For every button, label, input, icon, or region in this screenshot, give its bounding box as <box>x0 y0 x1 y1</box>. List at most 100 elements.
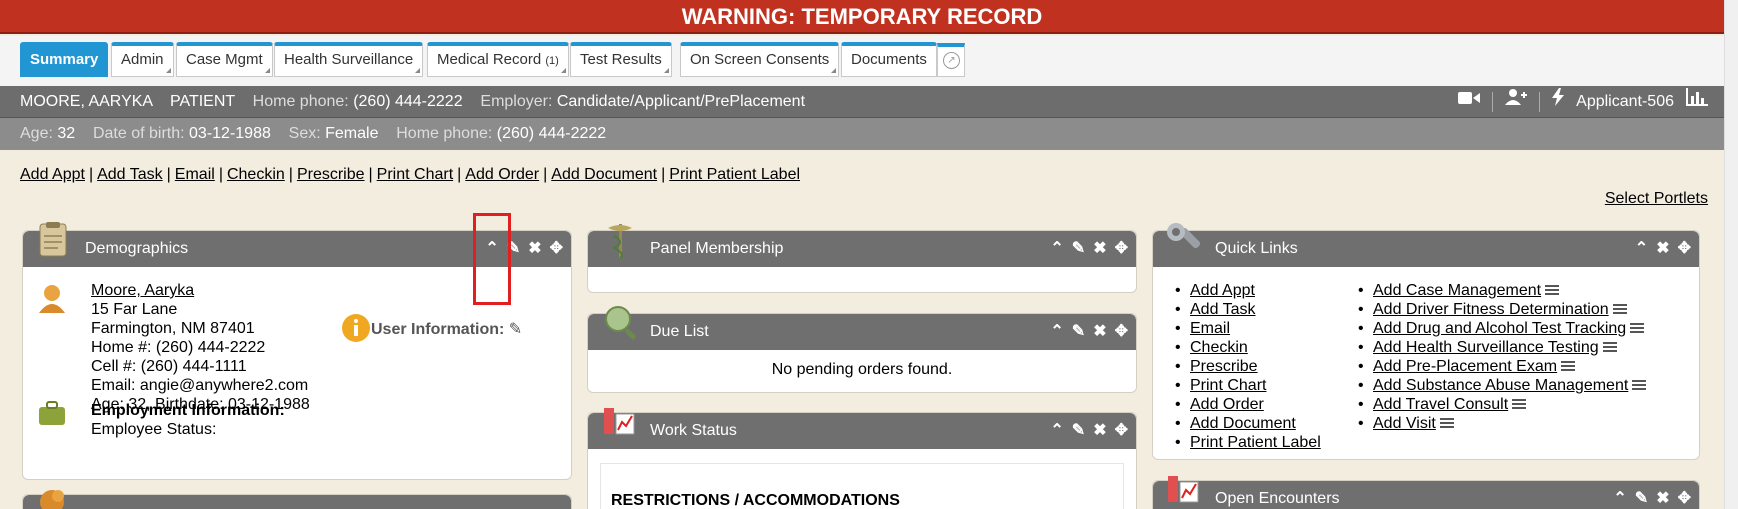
address-line-1: 15 Far Lane <box>91 301 178 318</box>
quick-link-add-driver-fitness[interactable]: Add Driver Fitness Determination <box>1373 301 1609 318</box>
checkin-link[interactable]: Checkin <box>227 166 285 183</box>
employment-section: Employment Information: Employee Status: <box>91 401 285 439</box>
quick-link-add-substance-abuse[interactable]: Add Substance Abuse Management <box>1373 377 1628 394</box>
quick-links-column-2: Add Case Management Add Driver Fitness D… <box>1358 281 1647 433</box>
separator: | <box>88 166 94 183</box>
tab-test-results[interactable]: Test Results <box>570 42 672 77</box>
close-icon[interactable]: ✖ <box>1093 314 1106 350</box>
quick-link-prescribe[interactable]: Prescribe <box>1190 358 1258 375</box>
quick-link-add-health-surveillance[interactable]: Add Health Surveillance Testing <box>1373 339 1599 356</box>
tab-label: On Screen Consents <box>690 51 830 68</box>
panel-header <box>23 495 571 509</box>
quick-link-add-order[interactable]: Add Order <box>1190 396 1264 413</box>
panel-header: Due List ⌃ ✎ ✖ ✥ <box>588 314 1136 350</box>
list-icon[interactable] <box>1512 399 1527 411</box>
video-camera-icon[interactable] <box>1458 86 1481 118</box>
tab-admin[interactable]: Admin <box>111 42 174 77</box>
select-portlets-link[interactable]: Select Portlets <box>1605 190 1708 207</box>
quick-link-add-task[interactable]: Add Task <box>1190 301 1256 318</box>
quick-link-print-patient-label[interactable]: Print Patient Label <box>1190 434 1321 451</box>
quick-link-email[interactable]: Email <box>1190 320 1230 337</box>
list-item: Add Pre-Placement Exam <box>1358 357 1646 376</box>
tab-health-surveillance[interactable]: Health Surveillance <box>274 42 424 77</box>
chevron-up-icon[interactable]: ⌃ <box>1050 231 1063 267</box>
email-link[interactable]: Email <box>175 166 215 183</box>
home-phone-value: (260) 444-2222 <box>353 93 463 110</box>
user-info-container: User Information: ✎ <box>371 319 522 339</box>
close-icon[interactable]: ✖ <box>1093 413 1106 449</box>
tab-case-mgmt[interactable]: Case Mgmt <box>176 42 273 77</box>
print-chart-link[interactable]: Print Chart <box>377 166 453 183</box>
list-icon[interactable] <box>1561 361 1576 373</box>
chevron-up-icon[interactable]: ⌃ <box>1635 231 1648 267</box>
move-icon[interactable]: ✥ <box>1678 481 1691 509</box>
tab-bar: Summary Admin Case Mgmt Health Surveilla… <box>0 36 1724 86</box>
tab-documents[interactable]: Documents <box>841 42 937 77</box>
add-task-link[interactable]: Add Task <box>97 166 163 183</box>
quick-link-add-case-management[interactable]: Add Case Management <box>1373 282 1541 299</box>
add-document-link[interactable]: Add Document <box>551 166 657 183</box>
quick-link-add-visit[interactable]: Add Visit <box>1373 415 1436 432</box>
close-icon[interactable]: ✖ <box>1093 231 1106 267</box>
print-patient-label-link[interactable]: Print Patient Label <box>669 166 800 183</box>
quick-link-add-pre-placement[interactable]: Add Pre-Placement Exam <box>1373 358 1557 375</box>
separator: | <box>166 166 171 183</box>
add-appt-link[interactable]: Add Appt <box>20 166 85 183</box>
list-icon[interactable] <box>1632 380 1647 392</box>
age-label: Age: <box>20 125 53 142</box>
dob-value: 03-12-1988 <box>189 125 271 142</box>
quick-link-add-travel-consult[interactable]: Add Travel Consult <box>1373 396 1508 413</box>
panel-header: Open Encounters ⌃ ✎ ✖ ✥ <box>1153 481 1699 509</box>
work-status-icon <box>600 402 640 446</box>
list-icon[interactable] <box>1439 418 1454 430</box>
tab-on-screen-consents[interactable]: On Screen Consents <box>680 42 840 77</box>
tab-medical-record[interactable]: Medical Record (1) <box>427 42 569 77</box>
home-phone-value: (260) 444-2222 <box>496 125 607 142</box>
quick-link-add-document[interactable]: Add Document <box>1190 415 1296 432</box>
move-icon[interactable]: ✥ <box>550 231 563 267</box>
close-icon[interactable]: ✖ <box>1656 231 1669 267</box>
close-icon[interactable]: ✖ <box>1656 481 1669 509</box>
patient-name: MOORE, AARYKA <box>20 93 153 110</box>
add-user-icon[interactable] <box>1505 86 1528 118</box>
list-icon[interactable] <box>1602 342 1617 354</box>
patient-name-link[interactable]: Moore, Aaryka <box>91 282 194 299</box>
open-encounters-panel: Open Encounters ⌃ ✎ ✖ ✥ <box>1152 480 1700 509</box>
lightning-icon[interactable] <box>1552 86 1565 118</box>
move-icon[interactable]: ✥ <box>1115 314 1128 350</box>
quick-link-add-drug-alcohol[interactable]: Add Drug and Alcohol Test Tracking <box>1373 320 1626 337</box>
pencil-icon[interactable]: ✎ <box>1072 314 1085 350</box>
list-item: Add Task <box>1175 300 1321 319</box>
chevron-up-icon[interactable]: ⌃ <box>1050 413 1063 449</box>
quick-link-add-appt[interactable]: Add Appt <box>1190 282 1255 299</box>
panel-title: Quick Links <box>1215 240 1298 257</box>
external-link-icon: ↗ <box>943 52 960 69</box>
move-icon[interactable]: ✥ <box>1678 231 1691 267</box>
pencil-icon[interactable]: ✎ <box>1072 413 1085 449</box>
add-order-link[interactable]: Add Order <box>465 166 539 183</box>
list-icon[interactable] <box>1545 285 1560 297</box>
page-scrollbar[interactable] <box>1724 0 1738 509</box>
pencil-icon[interactable]: ✎ <box>509 321 522 338</box>
tab-more-button[interactable]: ↗ <box>937 43 965 77</box>
action-links: Add Appt | Add Task | Email | Checkin | Prescrib… <box>20 166 800 184</box>
prescribe-link[interactable]: Prescribe <box>297 166 365 183</box>
chevron-up-icon[interactable]: ⌃ <box>1050 314 1063 350</box>
tab-summary[interactable]: Summary <box>20 42 109 77</box>
patient-type: PATIENT <box>169 93 235 110</box>
list-icon[interactable] <box>1630 323 1645 335</box>
select-portlets-container: Select Portlets <box>1605 190 1708 208</box>
close-icon[interactable]: ✖ <box>528 231 541 267</box>
pencil-icon[interactable]: ✎ <box>1635 481 1648 509</box>
pencil-icon[interactable]: ✎ <box>1072 231 1085 267</box>
email-address: Email: angie@anywhere2.com <box>91 377 309 394</box>
list-icon[interactable] <box>1612 304 1627 316</box>
quick-link-checkin[interactable]: Checkin <box>1190 339 1248 356</box>
panel-header: Panel Membership ⌃ ✎ ✖ ✥ <box>588 231 1136 267</box>
quick-link-print-chart[interactable]: Print Chart <box>1190 377 1266 394</box>
move-icon[interactable]: ✥ <box>1115 231 1128 267</box>
bar-chart-icon[interactable] <box>1686 86 1708 118</box>
user-info-label: User Information: <box>371 321 505 338</box>
chevron-up-icon[interactable]: ⌃ <box>1613 481 1626 509</box>
move-icon[interactable]: ✥ <box>1115 413 1128 449</box>
